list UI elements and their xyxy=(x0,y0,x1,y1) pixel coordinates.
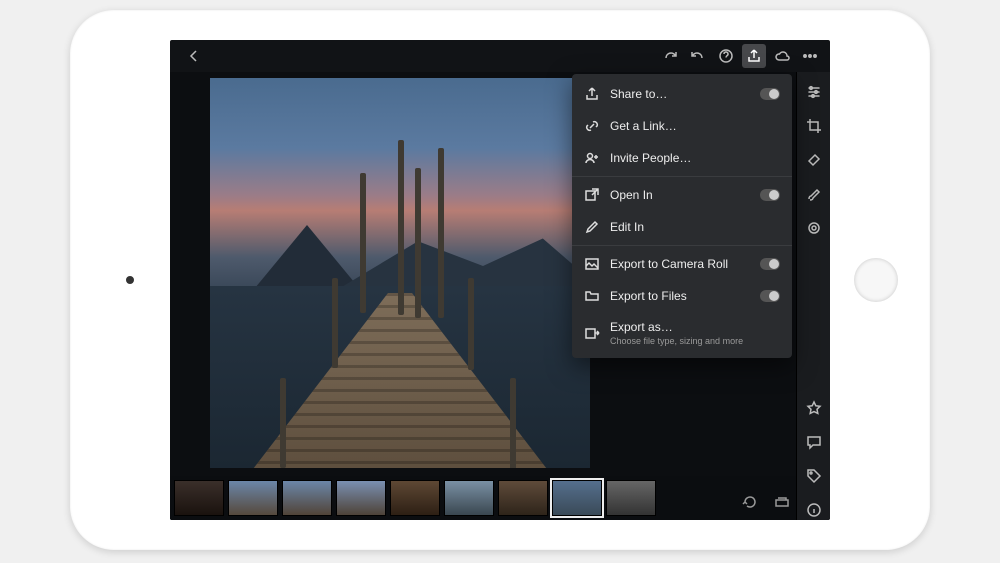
more-icon xyxy=(802,48,818,64)
export-as-item[interactable]: Export as… Choose file type, sizing and … xyxy=(572,312,792,354)
brush-button[interactable] xyxy=(804,184,824,204)
thumbnail[interactable] xyxy=(336,480,386,516)
toggle[interactable] xyxy=(760,258,780,270)
chat-icon xyxy=(806,434,822,450)
menu-label: Edit In xyxy=(610,220,644,234)
camera-roll-icon xyxy=(584,256,600,272)
thumbnail[interactable] xyxy=(228,480,278,516)
export-as-icon xyxy=(584,325,600,341)
share-icon xyxy=(584,86,600,102)
menu-label: Export as… xyxy=(610,320,673,334)
share-menu: Share to… Get a Link… Invite People… Ope… xyxy=(572,74,792,358)
edit-rail xyxy=(796,72,830,520)
thumbnail[interactable] xyxy=(444,480,494,516)
bandaid-icon xyxy=(806,152,822,168)
help-button[interactable] xyxy=(714,44,738,68)
filmstrip-tools xyxy=(740,492,792,512)
folder-icon xyxy=(584,288,600,304)
layers-icon xyxy=(774,494,790,510)
comments-button[interactable] xyxy=(804,432,824,452)
invite-people-item[interactable]: Invite People… xyxy=(572,142,792,174)
revert-icon xyxy=(742,494,758,510)
thumbnail[interactable] xyxy=(390,480,440,516)
share-icon xyxy=(746,48,762,64)
open-in-item[interactable]: Open In xyxy=(572,179,792,211)
heal-button[interactable] xyxy=(804,150,824,170)
menu-label-group: Export as… Choose file type, sizing and … xyxy=(610,320,743,346)
undo-arrow-button[interactable] xyxy=(686,44,710,68)
tag-icon xyxy=(806,468,822,484)
info-button[interactable] xyxy=(804,500,824,520)
sliders-icon xyxy=(806,84,822,100)
thumbnail[interactable] xyxy=(174,480,224,516)
back-button[interactable] xyxy=(182,44,206,68)
thumbnail[interactable] xyxy=(606,480,656,516)
open-in-icon xyxy=(584,187,600,203)
ipad-frame: Share to… Get a Link… Invite People… Ope… xyxy=(70,10,930,550)
presets-button[interactable] xyxy=(804,218,824,238)
filmstrip xyxy=(170,476,796,520)
presets-icon xyxy=(806,220,822,236)
star-button[interactable] xyxy=(804,398,824,418)
menu-label: Export to Files xyxy=(610,289,687,303)
chevron-left-icon xyxy=(186,48,202,64)
edit-in-item[interactable]: Edit In xyxy=(572,211,792,243)
link-icon xyxy=(584,118,600,134)
thumbnail[interactable] xyxy=(282,480,332,516)
help-icon xyxy=(718,48,734,64)
home-button[interactable] xyxy=(854,258,898,302)
app-screen: Share to… Get a Link… Invite People… Ope… xyxy=(170,40,830,520)
topbar xyxy=(170,40,830,72)
get-link-item[interactable]: Get a Link… xyxy=(572,110,792,142)
invite-icon xyxy=(584,150,600,166)
adjust-button[interactable] xyxy=(804,82,824,102)
toggle[interactable] xyxy=(760,88,780,100)
export-camera-roll-item[interactable]: Export to Camera Roll xyxy=(572,248,792,280)
crop-icon xyxy=(806,118,822,134)
menu-label: Share to… xyxy=(610,87,667,101)
toggle[interactable] xyxy=(760,290,780,302)
menu-sublabel: Choose file type, sizing and more xyxy=(610,336,743,346)
menu-label: Get a Link… xyxy=(610,119,677,133)
layers-button[interactable] xyxy=(772,492,792,512)
tag-button[interactable] xyxy=(804,466,824,486)
cloud-status-button[interactable] xyxy=(770,44,794,68)
main-photo[interactable] xyxy=(210,78,590,468)
redo-icon xyxy=(662,48,678,64)
redo-arrow-button[interactable] xyxy=(658,44,682,68)
export-files-item[interactable]: Export to Files xyxy=(572,280,792,312)
menu-label: Open In xyxy=(610,188,653,202)
undo-icon xyxy=(690,48,706,64)
share-to-item[interactable]: Share to… xyxy=(572,78,792,110)
star-icon xyxy=(806,400,822,416)
cloud-icon xyxy=(774,48,790,64)
edit-in-icon xyxy=(584,219,600,235)
thumbnail-selected[interactable] xyxy=(552,480,602,516)
brush-icon xyxy=(806,186,822,202)
front-camera xyxy=(126,276,134,284)
menu-label: Export to Camera Roll xyxy=(610,257,728,271)
more-button[interactable] xyxy=(798,44,822,68)
thumbnail[interactable] xyxy=(498,480,548,516)
menu-label: Invite People… xyxy=(610,151,691,165)
revert-button[interactable] xyxy=(740,492,760,512)
info-icon xyxy=(806,502,822,518)
share-button[interactable] xyxy=(742,44,766,68)
toggle[interactable] xyxy=(760,189,780,201)
crop-button[interactable] xyxy=(804,116,824,136)
